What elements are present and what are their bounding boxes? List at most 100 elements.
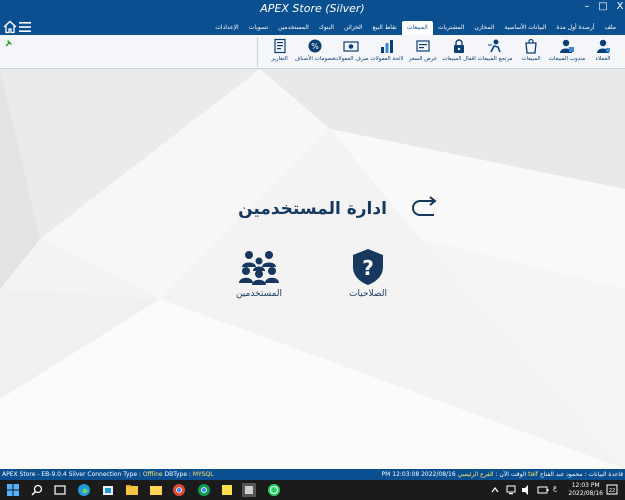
home-icon[interactable] [3, 20, 17, 34]
shopping-bag-icon [525, 38, 537, 54]
menu-item[interactable]: نقاط البيع [368, 21, 402, 35]
main-content: ادارة المستخدمين ? الصلاحيات المستخدمين [0, 69, 625, 469]
title-bar: APEX Store (Silver) X □ – [0, 0, 625, 19]
status-connection-value: Offline [142, 471, 163, 478]
edge-browser-icon[interactable] [77, 483, 91, 497]
sticky-notes-icon[interactable] [220, 483, 234, 497]
discount-icon: % [308, 39, 322, 53]
ribbon-button[interactable]: % خصومات الأصناف [294, 37, 336, 67]
search-icon[interactable] [30, 483, 44, 497]
status-app: APEX Store - EB-9.0.4 Silver [2, 471, 86, 478]
window-title: APEX Store (Silver) [260, 2, 365, 15]
shield-question-icon: ? [353, 249, 383, 285]
cash-icon [343, 41, 359, 52]
menu-items: ملف أرصدة أول مدة البيانات الأساسية المخازن… [210, 19, 621, 35]
store-app-icon[interactable] [101, 483, 115, 497]
ribbon-button-label: مندوب المبيعات [548, 56, 586, 62]
ribbon-button-label: العملاء [595, 56, 611, 62]
page-title: ادارة المستخدمين [238, 199, 387, 219]
menu-item[interactable]: المستخدمين [273, 21, 314, 35]
price-quote-icon [416, 40, 430, 52]
status-db-label: قاعدة البيانات : [584, 471, 624, 478]
ribbon-button-label: صرف العمولات [333, 56, 369, 62]
ribbon-button[interactable]: العملاء [585, 37, 621, 67]
status-right: PM 12:03:08 2022/08/16 الوقت الآن : الفر… [382, 471, 623, 478]
file-explorer-icon[interactable] [125, 483, 139, 497]
ribbon-button-label: التقارير [271, 56, 288, 62]
svg-text:%: % [311, 42, 319, 51]
close-button[interactable]: X [613, 1, 625, 12]
menu-item[interactable]: الخزائن [339, 21, 368, 35]
ribbon-items: العملاء مندوب المبيعات المبيعات مرتجع المبي… [253, 37, 621, 67]
battery-icon[interactable] [536, 483, 550, 497]
lock-icon [454, 39, 464, 53]
volume-icon[interactable] [520, 483, 534, 497]
ribbon-button-label: خصومات الأصناف [294, 56, 336, 62]
ribbon-button[interactable]: عرض السعر [405, 37, 441, 67]
menu-item[interactable]: المبيعات [401, 21, 433, 35]
background-pattern [0, 69, 625, 469]
tray-chevron-icon[interactable] [488, 483, 502, 497]
menu-bar: ملف أرصدة أول مدة البيانات الأساسية المخازن… [0, 19, 625, 35]
ribbon-button[interactable]: المبيعات [513, 37, 549, 67]
windows-start-icon[interactable] [6, 483, 20, 497]
folder-icon[interactable] [149, 483, 163, 497]
ribbon-button[interactable]: اقفال المبيعات [441, 37, 477, 67]
menu-item[interactable]: البنوك [314, 21, 339, 35]
customer-icon [597, 39, 610, 53]
language-indicator[interactable]: ع [553, 484, 557, 492]
network-icon[interactable] [504, 483, 518, 497]
notifications-icon[interactable]: 22 [605, 483, 619, 497]
status-time-value: PM 12:03:08 2022/08/16 [381, 471, 456, 478]
notification-count: 22 [609, 488, 615, 494]
chrome-browser-icon[interactable] [172, 483, 186, 497]
status-bar: APEX Store - EB-9.0.4 Silver Connection … [0, 469, 625, 480]
apex-store-app-icon[interactable] [242, 483, 256, 497]
ribbon-button-label: المبيعات [521, 56, 541, 62]
status-left: APEX Store - EB-9.0.4 Silver Connection … [2, 471, 214, 478]
tile-users[interactable]: المستخدمين [219, 247, 299, 299]
menu-item[interactable]: المشتريات [433, 21, 470, 35]
ribbon-button[interactable]: مندوب المبيعات [549, 37, 585, 67]
status-connection-label: Connection Type : [87, 471, 141, 478]
hamburger-menu-icon[interactable] [19, 22, 31, 32]
minimize-button[interactable]: – [580, 1, 594, 12]
ribbon-toolbar: العملاء مندوب المبيعات المبيعات مرتجع المبي… [0, 35, 625, 69]
status-time-label: الوقت الآن : [495, 471, 527, 478]
ribbon-button-label: اقفال المبيعات [442, 56, 476, 62]
report-icon [273, 38, 286, 54]
ribbon-button[interactable]: التقارير [257, 37, 297, 67]
tile-permissions[interactable]: ? الصلاحيات [328, 247, 408, 299]
taskbar-clock[interactable]: 12:03 PM 2022/08/16 [568, 482, 603, 498]
menu-item[interactable]: تسويات [244, 21, 273, 35]
sales-return-icon [488, 39, 501, 53]
svg-text:?: ? [362, 256, 374, 280]
menu-item[interactable]: أرصدة أول مدة [551, 21, 599, 35]
menu-item[interactable]: ملف [600, 21, 621, 35]
ribbon-button-label: عرض السعر [408, 56, 438, 62]
menu-item[interactable]: الإعدادات [210, 21, 243, 35]
ribbon-button[interactable]: مرتجع المبيعات [477, 37, 513, 67]
commission-chart-icon [381, 40, 393, 53]
status-dbtype-value: MYSQL [192, 471, 214, 478]
clock-date: 2022/08/16 [568, 490, 603, 497]
status-branch-value: الفرع الرئيسي [457, 471, 494, 478]
menu-item[interactable]: البيانات الأساسية [499, 21, 551, 35]
sales-rep-icon [560, 39, 574, 53]
menu-item[interactable]: المخازن [469, 21, 499, 35]
ribbon-button[interactable]: صرف العمولات [333, 37, 369, 67]
users-group-icon [239, 251, 279, 285]
clock-time: 12:03 PM [571, 482, 600, 489]
pin-icon[interactable] [4, 38, 14, 48]
windows-taskbar: ع 12:03 PM 2022/08/16 22 [0, 480, 625, 500]
maximize-button[interactable]: □ [596, 1, 610, 12]
whatsapp-icon[interactable] [267, 483, 281, 497]
chrome-alt-icon[interactable] [197, 483, 211, 497]
status-dbtype-label: DBType : [164, 471, 191, 478]
task-view-icon[interactable] [53, 483, 67, 497]
tile-users-label: المستخدمين [235, 289, 283, 299]
status-user-value: محمود عبد الفتاح [539, 471, 583, 478]
ribbon-button[interactable]: لائحة العمولات [369, 37, 405, 67]
status-db-value: taif [528, 471, 538, 478]
ribbon-button-label: لائحة العمولات [370, 56, 404, 62]
